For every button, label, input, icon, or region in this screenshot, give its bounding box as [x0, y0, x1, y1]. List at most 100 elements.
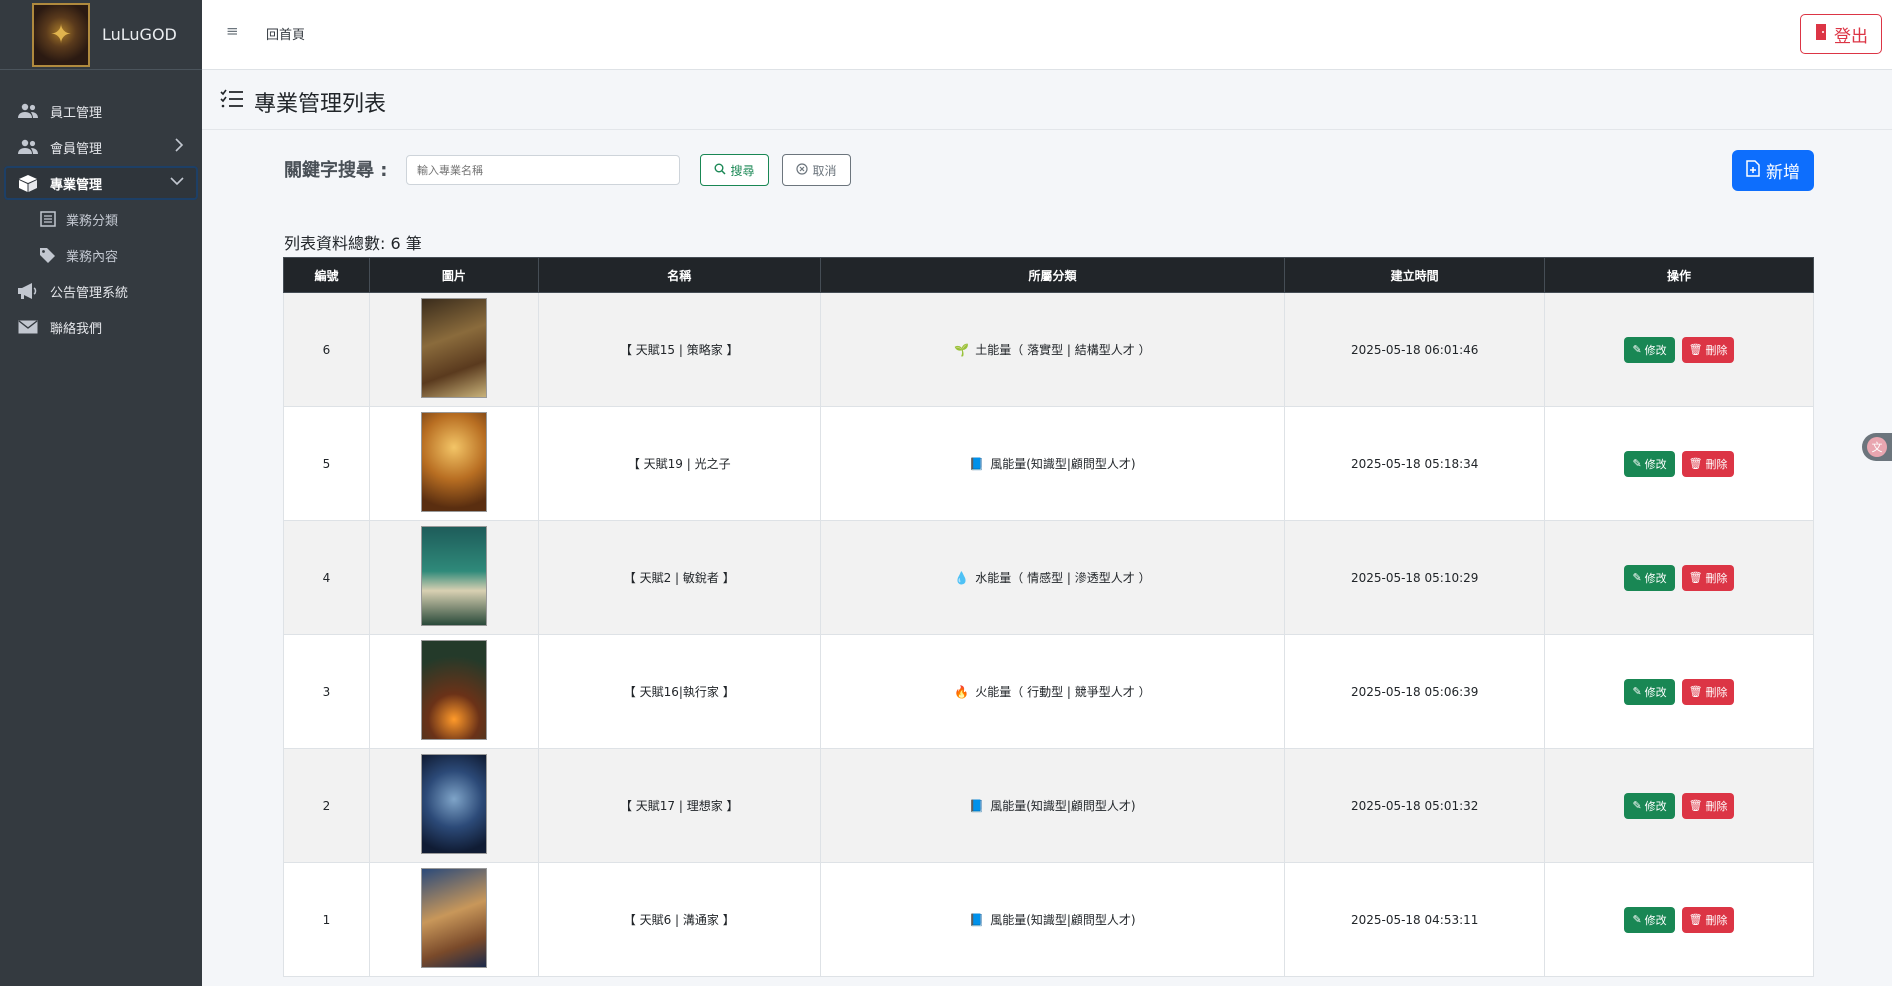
- brand[interactable]: ✦ LuLuGOD: [0, 0, 202, 70]
- talent-image: [420, 754, 487, 854]
- book-icon: 📘: [969, 913, 985, 927]
- edit-label: 修改: [1644, 343, 1667, 357]
- close-circle-icon: [796, 162, 809, 178]
- row-id: 2: [283, 748, 370, 863]
- edit-icon: ✎: [1632, 799, 1642, 812]
- sidebar-item-label: 會員管理: [50, 141, 103, 157]
- trash-icon: 🗑: [1688, 457, 1703, 470]
- delete-button[interactable]: 🗑 刪除: [1682, 906, 1735, 933]
- talent-image: [420, 298, 487, 398]
- table-row: 5 【 天賦19 | 光之子 📘 風能量(知識型|顧問型人才) 2025-05-1…: [283, 406, 1814, 521]
- cancel-button[interactable]: 取消: [782, 154, 851, 186]
- translate-icon: 文: [1867, 437, 1887, 457]
- table-row: 4 【 天賦2 | 敏銳者 】 💧 水能量（ 情感型 | 滲透型人才 ） 2025…: [283, 520, 1814, 635]
- trash-icon: 🗑: [1688, 571, 1703, 584]
- sidebar-item-members[interactable]: 會員管理: [4, 130, 198, 164]
- row-name: 【 天賦6 | 溝通家 】: [537, 862, 821, 977]
- row-id: 5: [283, 406, 370, 521]
- row-created: 2025-05-18 05:01:32: [1284, 748, 1546, 863]
- edit-label: 修改: [1644, 457, 1667, 471]
- users-icon: [16, 139, 40, 155]
- row-name: 【 天賦19 | 光之子: [537, 406, 821, 521]
- category-text: 風能量(知識型|顧問型人才): [990, 799, 1136, 813]
- delete-label: 刪除: [1705, 457, 1728, 471]
- delete-button[interactable]: 🗑 刪除: [1682, 678, 1735, 705]
- talent-image: [420, 868, 487, 968]
- column-header: 編號: [283, 257, 370, 293]
- add-button[interactable]: 新增: [1732, 150, 1814, 191]
- edit-icon: ✎: [1632, 913, 1642, 926]
- translate-widget[interactable]: 文: [1862, 433, 1892, 461]
- delete-label: 刪除: [1705, 913, 1728, 927]
- chevron-right-icon: [174, 138, 184, 156]
- add-button-label: 新增: [1766, 163, 1800, 183]
- sidebar-item-label: 公告管理系統: [50, 285, 129, 301]
- column-header: 所屬分類: [819, 257, 1286, 293]
- row-category: 🔥 火能量（ 行動型 | 競爭型人才 ）: [819, 634, 1286, 749]
- sprout-icon: 🌱: [954, 343, 970, 357]
- logout-label: 登出: [1834, 26, 1868, 47]
- talent-image: [420, 412, 487, 512]
- sidebar-item-contact[interactable]: 聯絡我們: [4, 310, 198, 344]
- brand-logo: ✦: [32, 2, 90, 67]
- delete-button[interactable]: 🗑 刪除: [1682, 450, 1735, 477]
- menu-toggle-icon[interactable]: ≡: [226, 22, 239, 40]
- row-created: 2025-05-18 05:06:39: [1284, 634, 1546, 749]
- edit-icon: ✎: [1632, 457, 1642, 470]
- edit-icon: ✎: [1632, 685, 1642, 698]
- row-category: 📘 風能量(知識型|顧問型人才): [819, 748, 1286, 863]
- sidebar-subitem-content[interactable]: 業務內容: [4, 238, 198, 272]
- search-button-label: 搜尋: [730, 163, 755, 178]
- edit-button[interactable]: ✎ 修改: [1624, 450, 1676, 477]
- sidebar-item-staff[interactable]: 員工管理: [4, 94, 198, 128]
- table-row: 1 【 天賦6 | 溝通家 】 📘 風能量(知識型|顧問型人才) 2025-05-…: [283, 862, 1814, 977]
- cancel-button-label: 取消: [812, 163, 837, 178]
- table-header-row: 編號 圖片 名稱 所屬分類 建立時間 操作: [283, 257, 1814, 293]
- row-name: 【 天賦16|執行家 】: [537, 634, 821, 749]
- search-button[interactable]: 搜尋: [700, 154, 769, 186]
- edit-button[interactable]: ✎ 修改: [1624, 678, 1676, 705]
- total-count: 列表資料總數: 6 筆: [284, 234, 422, 253]
- search-input[interactable]: [406, 155, 680, 185]
- column-header: 圖片: [368, 257, 539, 293]
- edit-button[interactable]: ✎ 修改: [1624, 336, 1676, 363]
- edit-icon: ✎: [1632, 571, 1642, 584]
- row-created: 2025-05-18 05:10:29: [1284, 520, 1546, 635]
- column-header: 建立時間: [1284, 257, 1546, 293]
- sidebar-item-professional[interactable]: 專業管理: [4, 166, 198, 200]
- box-icon: [16, 174, 40, 192]
- fire-icon: 🔥: [954, 685, 970, 699]
- table-row: 3 【 天賦16|執行家 】 🔥 火能量（ 行動型 | 競爭型人才 ） 2025-…: [283, 634, 1814, 749]
- delete-button[interactable]: 🗑 刪除: [1682, 792, 1735, 819]
- category-text: 風能量(知識型|顧問型人才): [990, 457, 1136, 471]
- row-created: 2025-05-18 04:53:11: [1284, 862, 1546, 977]
- users-icon: [16, 103, 40, 119]
- edit-button[interactable]: ✎ 修改: [1624, 906, 1676, 933]
- sidebar: ✦ LuLuGOD 員工管理 會員管理 專業管理 業務分類 業務內容 公告管理系…: [0, 0, 202, 986]
- file-plus-icon: [1746, 159, 1760, 182]
- sidebar-item-label: 業務分類: [66, 213, 119, 229]
- home-link[interactable]: 回首頁: [266, 24, 305, 43]
- trash-icon: 🗑: [1688, 913, 1703, 926]
- professional-table: 編號 圖片 名稱 所屬分類 建立時間 操作 6 【 天賦15 | 策略家 】 🌱…: [283, 257, 1814, 977]
- sidebar-nav: 員工管理 會員管理 專業管理 業務分類 業務內容 公告管理系統 聯絡我們: [0, 70, 202, 344]
- delete-label: 刪除: [1705, 799, 1728, 813]
- category-text: 土能量（ 落實型 | 結構型人才 ）: [975, 343, 1151, 357]
- list-check-icon: [220, 89, 244, 115]
- list-icon: [38, 211, 58, 227]
- table-row: 2 【 天賦17 | 理想家 】 📘 風能量(知識型|顧問型人才) 2025-05…: [283, 748, 1814, 863]
- edit-label: 修改: [1644, 571, 1667, 585]
- sidebar-item-announcements[interactable]: 公告管理系統: [4, 274, 198, 308]
- talent-image: [420, 526, 487, 626]
- trash-icon: 🗑: [1688, 685, 1703, 698]
- top-navbar: ≡ 回首頁 登出: [202, 0, 1892, 70]
- edit-button[interactable]: ✎ 修改: [1624, 564, 1676, 591]
- search-icon: [714, 163, 727, 178]
- category-text: 風能量(知識型|顧問型人才): [990, 913, 1136, 927]
- search-label: 關鍵字搜尋 :: [284, 160, 388, 181]
- delete-button[interactable]: 🗑 刪除: [1682, 336, 1735, 363]
- edit-button[interactable]: ✎ 修改: [1624, 792, 1676, 819]
- sidebar-subitem-category[interactable]: 業務分類: [4, 202, 198, 236]
- delete-button[interactable]: 🗑 刪除: [1682, 564, 1735, 591]
- logout-button[interactable]: 登出: [1800, 14, 1882, 54]
